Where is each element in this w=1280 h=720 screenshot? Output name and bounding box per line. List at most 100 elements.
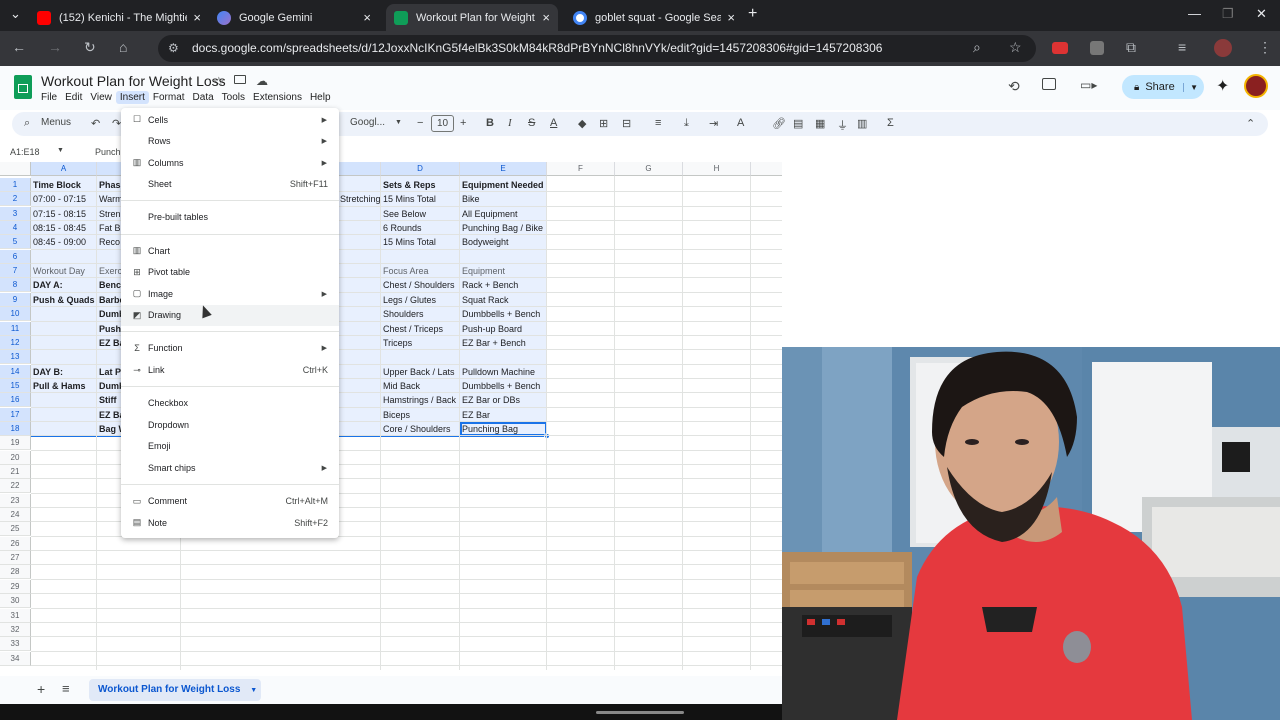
row-header-26[interactable]: 26 xyxy=(0,536,31,551)
row-header-7[interactable]: 7 xyxy=(0,264,31,279)
row-header-4[interactable]: 4 xyxy=(0,221,31,236)
row-header-16[interactable]: 16 xyxy=(0,393,31,408)
insert-chart-icon[interactable]: ▦ xyxy=(815,117,825,130)
document-title[interactable]: Workout Plan for Weight Loss xyxy=(41,73,226,89)
cell-d9[interactable]: Legs / Glutes xyxy=(381,293,460,307)
cell-e15[interactable]: Dumbbells + Bench xyxy=(460,379,547,393)
cell-d11[interactable]: Chest / Triceps xyxy=(381,322,460,336)
borders-icon[interactable]: ⊞ xyxy=(599,117,608,130)
cell-e7[interactable]: Equipment xyxy=(460,264,547,278)
add-sheet-icon[interactable]: + xyxy=(37,681,45,697)
menu-edit[interactable]: Edit xyxy=(61,91,86,104)
bookmark-star-icon[interactable]: ☆ xyxy=(1009,39,1022,56)
browser-tab-gemini[interactable]: Google Gemini × xyxy=(209,4,379,31)
cell-a4[interactable]: 08:15 - 08:45 xyxy=(31,221,97,235)
row-header-23[interactable]: 23 xyxy=(0,493,31,508)
undo-icon[interactable]: ↶ xyxy=(91,117,100,130)
collapse-toolbar-icon[interactable]: ⌃ xyxy=(1246,117,1255,130)
merge-cells-icon[interactable]: ⊟ xyxy=(622,117,631,130)
row-header-14[interactable]: 14 xyxy=(0,364,31,379)
text-wrap-icon[interactable]: ⇥ xyxy=(709,117,718,130)
sheets-logo-icon[interactable] xyxy=(14,75,32,99)
cell-a15[interactable]: Pull & Hams xyxy=(31,379,97,393)
cell-e17[interactable]: EZ Bar xyxy=(460,408,547,422)
row-header-15[interactable]: 15 xyxy=(0,378,31,393)
row-header-22[interactable]: 22 xyxy=(0,479,31,494)
star-icon[interactable]: ☆ xyxy=(213,74,225,90)
cell-a7[interactable]: Workout Day xyxy=(31,264,97,278)
restore-icon[interactable]: ❐ xyxy=(1222,6,1234,22)
menu-tools[interactable]: Tools xyxy=(218,91,249,104)
insert-link-icon[interactable]: 🔗︎ xyxy=(772,117,786,130)
cell-e16[interactable]: EZ Bar or DBs xyxy=(460,393,547,407)
row-header-20[interactable]: 20 xyxy=(0,450,31,465)
menu-item-drawing[interactable]: ◩ Drawing xyxy=(121,304,339,326)
cell-e3[interactable]: All Equipment xyxy=(460,207,547,221)
column-header-f[interactable]: F xyxy=(547,162,615,176)
cell-d3[interactable]: See Below xyxy=(381,207,460,221)
meet-icon[interactable]: ▭▸ xyxy=(1080,78,1097,92)
menu-item-function[interactable]: Σ Function ▶ xyxy=(121,338,339,359)
name-box[interactable]: A1:E18 xyxy=(10,147,40,157)
decrease-font-size-icon[interactable]: − xyxy=(417,117,423,129)
menu-help[interactable]: Help xyxy=(306,91,335,104)
cell-a5[interactable]: 08:45 - 09:00 xyxy=(31,235,97,249)
cell-d7[interactable]: Focus Area xyxy=(381,264,460,278)
row-header-19[interactable]: 19 xyxy=(0,436,31,451)
site-info-icon[interactable]: ⚙ xyxy=(168,35,179,62)
column-header-d[interactable]: D xyxy=(381,162,460,176)
cell-e14[interactable]: Pulldown Machine xyxy=(460,365,547,379)
cell-a8[interactable]: DAY A: xyxy=(31,278,97,292)
row-header-33[interactable]: 33 xyxy=(0,637,31,652)
bold-icon[interactable]: B xyxy=(486,117,494,129)
zoom-icon[interactable]: ⌕ xyxy=(973,39,981,56)
menu-item-image[interactable]: ▢ Image ▶ xyxy=(121,283,339,304)
menu-item-pre-built-tables[interactable]: Pre-built tables xyxy=(121,207,339,228)
cell-d14[interactable]: Upper Back / Lats xyxy=(381,365,460,379)
cell-a14[interactable]: DAY B: xyxy=(31,365,97,379)
row-header-30[interactable]: 30 xyxy=(0,594,31,609)
tab-search-icon[interactable]: ⌄ xyxy=(10,6,21,22)
row-header-32[interactable]: 32 xyxy=(0,622,31,637)
cell-a3[interactable]: 07:15 - 08:15 xyxy=(31,207,97,221)
cell-a9[interactable]: Push & Quads xyxy=(31,293,97,307)
cell-d12[interactable]: Triceps xyxy=(381,336,460,350)
adblock-extension-icon[interactable] xyxy=(1052,42,1068,54)
menu-item-link[interactable]: ⊸ Link Ctrl+K xyxy=(121,360,339,381)
version-history-icon[interactable]: ⟲ xyxy=(1008,78,1020,95)
extension-icon[interactable] xyxy=(1090,41,1104,55)
row-header-17[interactable]: 17 xyxy=(0,407,31,422)
formula-input[interactable]: Punchi xyxy=(95,147,123,157)
browser-tab-google-search[interactable]: goblet squat - Google Searc × xyxy=(565,4,743,31)
cell-c2[interactable]: Stretching xyxy=(338,192,381,206)
cell-e8[interactable]: Rack + Bench xyxy=(460,278,547,292)
menu-format[interactable]: Format xyxy=(149,91,189,104)
row-header-5[interactable]: 5 xyxy=(0,235,31,250)
menu-item-smart-chips[interactable]: Smart chips ▶ xyxy=(121,457,339,478)
row-header-24[interactable]: 24 xyxy=(0,508,31,523)
chrome-menu-icon[interactable]: ⋮ xyxy=(1258,39,1272,56)
cell-e2[interactable]: Bike xyxy=(460,192,547,206)
cell-e5[interactable]: Bodyweight xyxy=(460,235,547,249)
row-header-13[interactable]: 13 xyxy=(0,350,31,365)
menu-item-columns[interactable]: ▥ Columns ▶ xyxy=(121,152,339,173)
profile-avatar-icon[interactable] xyxy=(1214,39,1232,57)
cell-d10[interactable]: Shoulders xyxy=(381,307,460,321)
row-header-18[interactable]: 18 xyxy=(0,421,31,436)
sheet-tab-active[interactable]: Workout Plan for Weight Loss ▼ xyxy=(89,679,261,701)
menu-extensions[interactable]: Extensions xyxy=(249,91,306,104)
row-header-9[interactable]: 9 xyxy=(0,292,31,307)
all-sheets-icon[interactable]: ≡ xyxy=(62,681,70,696)
chevron-down-icon[interactable]: ▼ xyxy=(57,147,64,154)
move-folder-icon[interactable] xyxy=(234,75,246,84)
search-menus-icon[interactable]: ⌕ xyxy=(24,117,30,130)
cell-d16[interactable]: Hamstrings / Back xyxy=(381,393,460,407)
font-family-select[interactable]: Googl... xyxy=(350,117,385,128)
menu-item-pivot-table[interactable]: ⊞ Pivot table xyxy=(121,262,339,283)
account-avatar[interactable] xyxy=(1244,74,1268,98)
cell-e9[interactable]: Squat Rack xyxy=(460,293,547,307)
cell-d17[interactable]: Biceps xyxy=(381,408,460,422)
menu-data[interactable]: Data xyxy=(189,91,218,104)
row-header-28[interactable]: 28 xyxy=(0,565,31,580)
italic-icon[interactable]: I xyxy=(508,117,512,129)
